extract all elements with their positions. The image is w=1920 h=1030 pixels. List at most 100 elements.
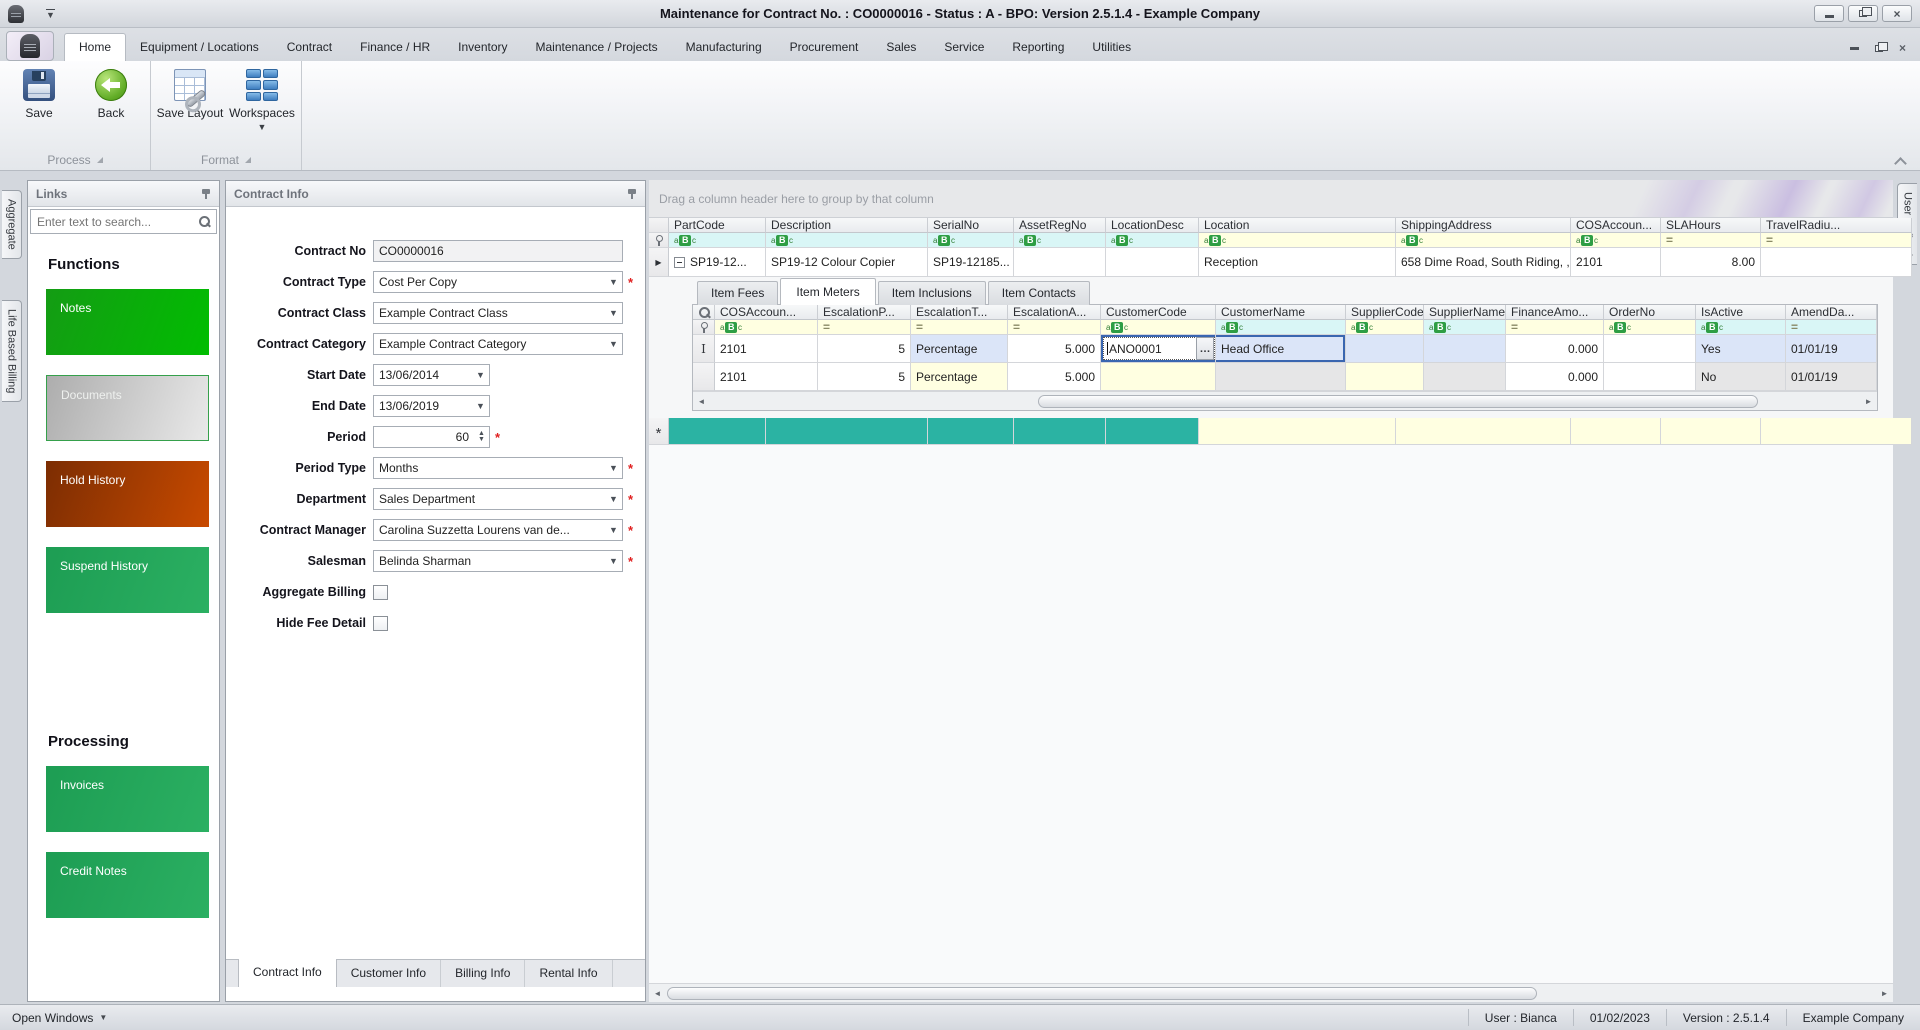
new-row-cell-location[interactable] xyxy=(1199,418,1396,445)
field-contract-no[interactable]: CO0000016 xyxy=(373,240,623,262)
restore-button[interactable] xyxy=(1848,5,1878,22)
grid-horizontal-scrollbar[interactable]: ◄ ► xyxy=(649,983,1893,1002)
cell-customername[interactable] xyxy=(1216,363,1346,391)
ribbon-tab-sales[interactable]: Sales xyxy=(872,34,930,61)
link-button-suspend-history[interactable]: Suspend History xyxy=(46,547,209,613)
new-row-cell-assetregno[interactable] xyxy=(1014,418,1106,445)
ribbon-tab-contract[interactable]: Contract xyxy=(273,34,346,61)
cell-orderno[interactable] xyxy=(1604,363,1696,391)
filter-cell-escalationt[interactable]: = xyxy=(911,320,1008,335)
cell-location[interactable]: Reception xyxy=(1199,248,1396,277)
column-header-isactive[interactable]: IsActive xyxy=(1696,305,1786,320)
tab-customer-info[interactable]: Customer Info xyxy=(337,960,442,987)
column-header-customercode[interactable]: CustomerCode xyxy=(1101,305,1216,320)
cell-escalationa[interactable]: 5.000 xyxy=(1008,335,1101,363)
link-button-notes[interactable]: Notes xyxy=(46,289,209,355)
chevron-down-icon[interactable]: ▼ xyxy=(605,458,622,478)
ribbon-tab-maintenance-projects[interactable]: Maintenance / Projects xyxy=(522,34,672,61)
tab-item-contacts[interactable]: Item Contacts xyxy=(987,281,1090,305)
link-button-hold-history[interactable]: Hold History xyxy=(46,461,209,527)
link-button-invoices[interactable]: Invoices xyxy=(46,766,209,832)
chevron-down-icon[interactable]: ▼ xyxy=(472,365,489,385)
cell-escalationt[interactable]: Percentage xyxy=(911,363,1008,391)
tab-item-meters[interactable]: Item Meters xyxy=(780,278,876,305)
filter-cell-cosaccoun[interactable]: aBc xyxy=(1571,233,1661,248)
filter-cell-description[interactable]: aBc xyxy=(766,233,928,248)
field-department[interactable]: Sales Department ▼ xyxy=(373,488,623,510)
ribbon-button-back[interactable]: Back xyxy=(80,67,142,150)
dialog-launcher-icon[interactable] xyxy=(245,157,251,163)
cell-customername[interactable]: Head Office xyxy=(1216,335,1346,363)
tab-rental-info[interactable]: Rental Info xyxy=(525,960,613,987)
filter-cell-assetregno[interactable]: aBc xyxy=(1014,233,1106,248)
side-tab-life-based-billing[interactable]: Life Based Billing xyxy=(2,300,22,403)
field-contract-type[interactable]: Cost Per Copy ▼ xyxy=(373,271,623,293)
scrollbar-thumb[interactable] xyxy=(1038,395,1758,408)
cell-financeamo[interactable]: 0.000 xyxy=(1506,335,1604,363)
filter-cell-orderno[interactable]: aBc xyxy=(1604,320,1696,335)
cell-orderno[interactable] xyxy=(1604,335,1696,363)
cell-travelradiu[interactable] xyxy=(1761,248,1912,277)
mdi-restore-icon[interactable] xyxy=(1874,41,1888,52)
tab-item-fees[interactable]: Item Fees xyxy=(697,281,779,305)
filter-cell-locationdesc[interactable]: aBc xyxy=(1106,233,1199,248)
column-header-amendda[interactable]: AmendDa... xyxy=(1786,305,1877,320)
new-row-cell-shippingaddress[interactable] xyxy=(1396,418,1571,445)
ribbon-tab-equipment-locations[interactable]: Equipment / Locations xyxy=(126,34,273,61)
ribbon-button-save[interactable]: Save xyxy=(8,67,70,150)
links-search-input[interactable] xyxy=(31,214,198,229)
ribbon-tab-service[interactable]: Service xyxy=(930,34,998,61)
filter-cell-customercode[interactable]: aBc xyxy=(1101,320,1216,335)
checkbox-hide-fee-detail[interactable] xyxy=(373,615,388,631)
filter-cell-cosaccoun[interactable]: aBc xyxy=(715,320,818,335)
column-header-serialno[interactable]: SerialNo xyxy=(928,218,1014,233)
filter-cell-isactive[interactable]: aBc xyxy=(1696,320,1786,335)
cell-amendda[interactable]: 01/01/19 xyxy=(1786,335,1877,363)
field-period[interactable]: 60 ▲ ▼ xyxy=(373,426,490,448)
link-button-credit-notes[interactable]: Credit Notes xyxy=(46,852,209,918)
column-header-partcode[interactable]: PartCode xyxy=(669,218,766,233)
column-header-cosaccoun[interactable]: COSAccoun... xyxy=(1571,218,1661,233)
filter-cell-suppliercode[interactable]: aBc xyxy=(1346,320,1424,335)
lookup-ellipsis-button[interactable]: … xyxy=(1196,337,1214,360)
dialog-launcher-icon[interactable] xyxy=(96,157,103,163)
tab-contract-info[interactable]: Contract Info xyxy=(238,959,337,987)
collapse-row-icon[interactable] xyxy=(674,256,685,268)
scrollbar-thumb[interactable] xyxy=(667,987,1537,1000)
quick-access-toolbar-dropdown-icon[interactable]: ▼ xyxy=(46,8,55,19)
minimize-button[interactable] xyxy=(1814,5,1844,22)
new-row-cell-slahours[interactable] xyxy=(1661,418,1761,445)
cell-escalationp[interactable]: 5 xyxy=(818,335,911,363)
cell-isactive[interactable]: Yes xyxy=(1696,335,1786,363)
cell-suppliername[interactable] xyxy=(1424,335,1506,363)
search-icon[interactable] xyxy=(698,306,710,319)
column-header-customername[interactable]: CustomerName xyxy=(1216,305,1346,320)
group-by-bar[interactable]: Drag a column header here to group by th… xyxy=(649,180,1893,218)
field-period-type[interactable]: Months ▼ xyxy=(373,457,623,479)
chevron-down-icon[interactable]: ▼ xyxy=(605,520,622,540)
cell-cosaccoun[interactable]: 2101 xyxy=(715,363,818,391)
cell-suppliercode[interactable] xyxy=(1346,363,1424,391)
cell-amendda[interactable]: 01/01/19 xyxy=(1786,363,1877,391)
tab-item-inclusions[interactable]: Item Inclusions xyxy=(877,281,986,305)
new-row-cell-travelradiu[interactable] xyxy=(1761,418,1912,445)
cell-assetregno[interactable] xyxy=(1014,248,1106,277)
side-tab-aggregate[interactable]: Aggregate xyxy=(2,190,22,259)
scroll-right-icon[interactable]: ► xyxy=(1876,989,1893,998)
column-header-orderno[interactable]: OrderNo xyxy=(1604,305,1696,320)
column-header-escalationa[interactable]: EscalationA... xyxy=(1008,305,1101,320)
chevron-down-icon[interactable]: ▼ xyxy=(472,396,489,416)
ribbon-tab-finance-hr[interactable]: Finance / HR xyxy=(346,34,444,61)
column-header-shippingaddress[interactable]: ShippingAddress xyxy=(1396,218,1571,233)
application-menu-button[interactable] xyxy=(6,31,54,61)
column-header-escalationt[interactable]: EscalationT... xyxy=(911,305,1008,320)
ribbon-tab-utilities[interactable]: Utilities xyxy=(1078,34,1145,61)
cell-shippingaddress[interactable]: 658 Dime Road, South Riding, ,... xyxy=(1396,248,1571,277)
cell-cosaccoun[interactable]: 2101 xyxy=(715,335,818,363)
cell-escalationt[interactable]: Percentage xyxy=(911,335,1008,363)
cell-customercode[interactable] xyxy=(1101,363,1216,391)
filter-cell-escalationa[interactable]: = xyxy=(1008,320,1101,335)
cell-suppliercode[interactable] xyxy=(1346,335,1424,363)
chevron-down-icon[interactable]: ▼ xyxy=(605,489,622,509)
filter-cell-financeamo[interactable]: = xyxy=(1506,320,1604,335)
